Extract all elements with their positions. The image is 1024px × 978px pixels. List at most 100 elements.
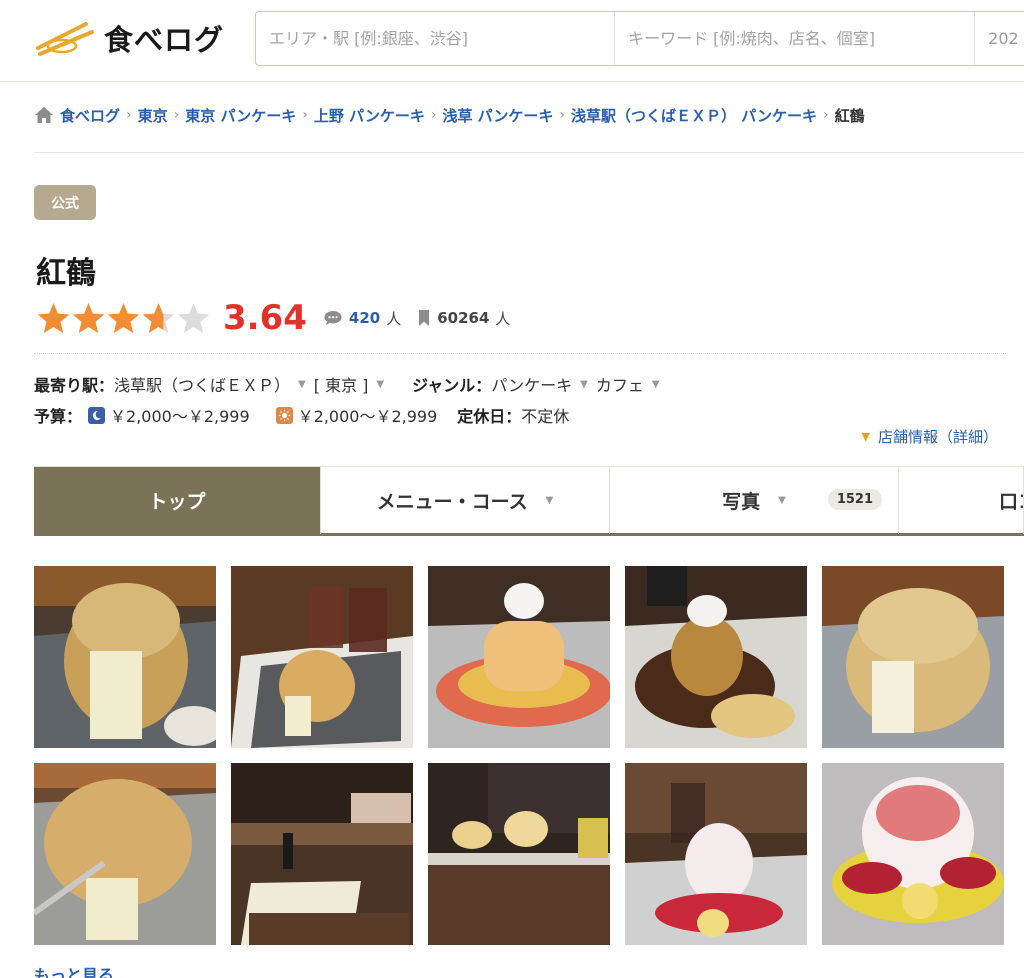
star-icon (37, 302, 70, 333)
tab-menu-label: メニュー・コース (376, 491, 528, 513)
double-chevron-down-icon: ▼ (861, 430, 870, 443)
area-search-field[interactable] (256, 12, 616, 65)
breadcrumb-item-station-pancake[interactable]: 浅草駅（つくばＥＸＰ） パンケーキ (571, 105, 817, 126)
pancake-chocolate-banana-photo (625, 566, 807, 748)
caret-down-icon[interactable]: ▼ (652, 379, 660, 390)
moon-icon (88, 406, 106, 424)
divider (34, 152, 1024, 153)
photo-thumbnail[interactable] (34, 763, 216, 945)
breadcrumb-item-ueno-pancake[interactable]: 上野 パンケーキ (314, 105, 425, 126)
chevron-right-icon: › (430, 107, 437, 123)
date-text: 202 (988, 29, 1019, 48)
photo-thumbnail[interactable] (34, 566, 216, 748)
review-count-unit: 人 (386, 309, 402, 328)
pancake-strawberry-cream-photo (822, 763, 1004, 945)
genre-pancake[interactable]: パンケーキ (491, 372, 572, 396)
chevron-right-icon: › (126, 107, 132, 123)
pancake-grapefruit-photo (428, 566, 610, 748)
genre-cafe[interactable]: カフェ (596, 372, 644, 396)
tab-reviews[interactable]: 口コ (899, 467, 1024, 534)
rating-row: 3.64 420 人 60264 人 (36, 298, 510, 338)
caret-down-icon[interactable]: ▼ (376, 379, 384, 390)
keyword-search-input[interactable] (628, 29, 975, 48)
review-count-value: 420 (348, 309, 381, 327)
photo-thumbnail[interactable] (428, 763, 610, 945)
photo-thumbnail[interactable] (231, 566, 413, 748)
chevron-right-icon: › (823, 107, 829, 123)
tab-top-label: トップ (148, 491, 206, 513)
photo-thumbnail[interactable] (625, 763, 807, 945)
rating-stars (36, 301, 211, 336)
official-badge: 公式 (34, 185, 96, 220)
caret-down-icon[interactable]: ▼ (580, 379, 588, 390)
pancake-almond-photo (34, 566, 216, 748)
photo-thumbnail[interactable] (231, 763, 413, 945)
chevron-right-icon: › (302, 107, 308, 123)
breadcrumb: 食べログ › 東京 › 東京 パンケーキ › 上野 パンケーキ › 浅草 パンケ… (34, 103, 865, 127)
chopsticks-logo-icon (36, 22, 94, 56)
budget-holiday-row: 予算： ￥2,000～￥2,999 ￥2,000～￥2,999 定休日： 不定休 (34, 403, 569, 427)
bookmark-icon (419, 310, 430, 326)
bookmark-count-unit: 人 (495, 309, 511, 328)
star-icon (107, 302, 140, 333)
genre-label: ジャンル： (412, 376, 492, 395)
counter-menu-photo (231, 763, 413, 945)
bookmark-count[interactable]: 60264 人 (417, 308, 510, 329)
tabelog-logo[interactable]: 食べログ (36, 18, 224, 58)
tab-reviews-label: 口コ (999, 491, 1023, 513)
pancake-drinks-photo (231, 566, 413, 748)
budget-label: 予算： (34, 407, 83, 426)
keyword-search-field[interactable] (615, 12, 976, 65)
station-genre-row: 最寄り駅： 浅草駅（つくばＥＸＰ） ▼ [ 東京 ] ▼ ジャンル： パンケーキ… (34, 372, 668, 396)
area-value[interactable]: [ 東京 ] (314, 372, 369, 396)
area-search-input[interactable] (269, 29, 615, 48)
date-field[interactable]: 202 (975, 12, 1024, 65)
lunch-budget: ￥2,000～￥2,999 (297, 407, 438, 426)
restaurant-name: 紅鶴 (36, 256, 96, 291)
tab-photos[interactable]: 写真 ▼ 1521 (610, 467, 899, 534)
caret-down-icon[interactable]: ▼ (298, 379, 306, 390)
pancake-strawberry-photo (625, 763, 807, 945)
store-detail-link[interactable]: ▼ 店舗情報（詳細） (862, 426, 998, 447)
search-box: 202 (255, 11, 1024, 66)
photo-thumbnail[interactable] (822, 566, 1004, 748)
tab-menu-course[interactable]: メニュー・コース ▼ (321, 467, 610, 534)
more-photos-link[interactable]: もっと見る (34, 962, 114, 978)
photo-count-badge: 1521 (827, 489, 882, 510)
photo-thumbnail[interactable] (625, 566, 807, 748)
header: 食べログ 202 (0, 0, 1024, 82)
caret-down-icon: ▼ (778, 495, 786, 506)
photo-thumbnail[interactable] (428, 566, 610, 748)
breadcrumb-item-tokyo[interactable]: 東京 (138, 105, 168, 126)
rating-score[interactable]: 3.64 (223, 298, 307, 338)
breadcrumb-item-asakusa-pancake[interactable]: 浅草 パンケーキ (442, 105, 553, 126)
photo-thumbnail[interactable] (822, 763, 1004, 945)
review-count[interactable]: 420 人 (323, 308, 401, 329)
chevron-right-icon: › (173, 107, 180, 123)
tab-photos-label: 写真 (722, 491, 761, 513)
home-icon (35, 107, 53, 123)
breadcrumb-item-current: 紅鶴 (834, 106, 865, 125)
holiday-label: 定休日： (457, 407, 522, 426)
station-label: 最寄り駅： (34, 376, 115, 395)
star-icon (142, 302, 175, 333)
holiday-value: 不定休 (521, 407, 570, 426)
logo-text: 食べログ (104, 23, 225, 57)
restaurant-tabs: トップ メニュー・コース ▼ 写真 ▼ 1521 口コ (34, 466, 1024, 536)
station-value[interactable]: 浅草駅（つくばＥＸＰ） (114, 372, 290, 396)
breadcrumb-item-top[interactable]: 食べログ (60, 105, 120, 126)
caret-down-icon: ▼ (545, 495, 554, 506)
star-icon (177, 302, 210, 333)
dinner-budget: ￥2,000～￥2,999 (110, 407, 250, 426)
dotted-divider (34, 353, 1006, 354)
sun-icon (275, 406, 293, 424)
breadcrumb-item-tokyo-pancake[interactable]: 東京 パンケーキ (185, 105, 296, 126)
bookmark-count-value: 60264 (437, 309, 490, 327)
kitchen-pancakes-photo (428, 763, 610, 945)
speech-bubble-icon (324, 311, 342, 325)
tab-top[interactable]: トップ (34, 467, 321, 534)
pancake-fork-photo (34, 763, 216, 945)
chevron-right-icon: › (559, 107, 566, 123)
star-icon (72, 302, 105, 333)
store-detail-label: 店舗情報（詳細） (877, 428, 998, 446)
